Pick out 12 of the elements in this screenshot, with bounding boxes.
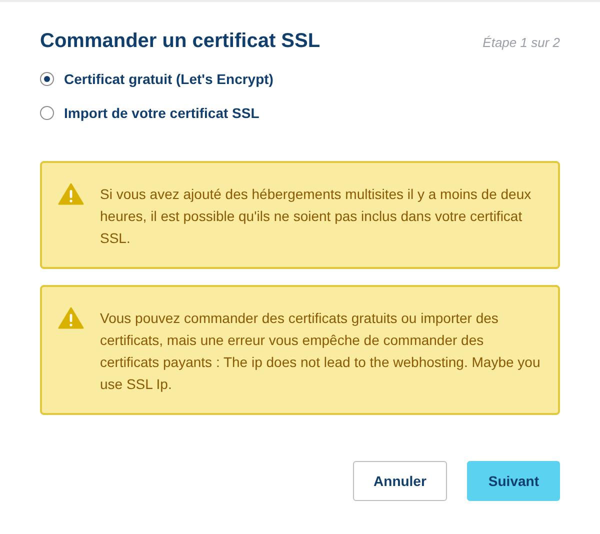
cancel-button[interactable]: Annuler: [352, 461, 448, 501]
next-button[interactable]: Suivant: [467, 461, 560, 501]
step-indicator: Étape 1 sur 2: [482, 35, 560, 50]
radio-button[interactable]: [40, 72, 54, 86]
radio-button[interactable]: [40, 106, 54, 120]
alert-message: Vous pouvez commander des certificats gratuits ou importer des certificats, mais une erreur vous empêche de commander des certificats payants : The ip does not lead to the webhosting. Maybe you use SSL Ip.: [100, 309, 542, 394]
warning-icon: [58, 183, 84, 205]
warning-icon: [58, 307, 84, 329]
option-label[interactable]: Import de votre certificat SSL: [64, 105, 260, 121]
dialog-title: Commander un certificat SSL: [40, 30, 320, 53]
option-label[interactable]: Certificat gratuit (Let's Encrypt): [64, 71, 274, 87]
alert-message: Si vous avez ajouté des hébergements multisites il y a moins de deux heures, il est possible qu'ils ne soient pas inclus dans votre certificat SSL.: [100, 185, 532, 248]
